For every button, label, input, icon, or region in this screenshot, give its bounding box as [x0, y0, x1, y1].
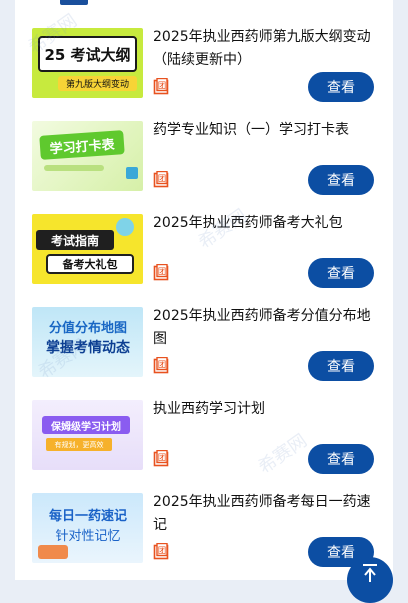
- thumbnail-score-map[interactable]: 分值分布地图 掌握考情动态: [32, 307, 143, 377]
- tuan-label: 团: [158, 361, 167, 371]
- thumbnail-sub-text: 有规划，更高效: [54, 440, 104, 449]
- item-title[interactable]: 执业西药学习计划: [153, 398, 383, 421]
- tuan-label: 团: [158, 82, 167, 92]
- group-buy-icon: 团: [153, 264, 169, 281]
- thumbnail-sub-text: 掌握考情动态: [46, 340, 130, 356]
- view-button[interactable]: 查看: [308, 351, 374, 381]
- tuan-label: 团: [158, 268, 167, 278]
- thumbnail-main-text: 25 考试大纲: [44, 45, 131, 64]
- thumbnail-main-text: 学习打卡表: [49, 137, 116, 157]
- thumbnail-main-text: 保姆级学习计划: [51, 421, 121, 433]
- thumbnail-main-text: 分值分布地图: [48, 321, 127, 336]
- view-button[interactable]: 查看: [308, 258, 374, 288]
- group-buy-icon: 团: [153, 450, 169, 467]
- arrow-up-icon: [363, 564, 377, 582]
- item-title[interactable]: 2025年执业西药师备考每日一药速记: [153, 491, 383, 537]
- group-buy-icon: 团: [153, 78, 169, 95]
- group-buy-icon: 团: [153, 543, 169, 560]
- group-buy-icon: 团: [153, 171, 169, 188]
- list-item: 考试指南 备考大礼包 2025年执业西药师备考大礼包 团 查看: [15, 214, 393, 307]
- list-item: 保姆级学习计划 有规划，更高效 执业西药学习计划 团 查看: [15, 400, 393, 493]
- list-item: 学习打卡表 药学专业知识（一）学习打卡表 团 查看: [15, 121, 393, 214]
- list-item: 每日一药速记 针对性记忆 2025年执业西药师备考每日一药速记 团 查看: [15, 493, 393, 586]
- tuan-label: 团: [158, 175, 167, 185]
- list-item: 分值分布地图 掌握考情动态 2025年执业西药师备考分值分布地图 团 查看: [15, 307, 393, 400]
- thumbnail-sub-text: 备考大礼包: [62, 258, 118, 271]
- active-tab-indicator: [60, 0, 88, 5]
- view-button[interactable]: 查看: [308, 72, 374, 102]
- resource-list: 25 考试大纲 第九版大纲变动 2025年执业西药师第九版大纲变动（陆续更新中）…: [15, 0, 393, 580]
- thumbnail-checkin[interactable]: 学习打卡表: [32, 121, 143, 191]
- back-to-top-button[interactable]: [347, 557, 393, 603]
- group-buy-icon: 团: [153, 357, 169, 374]
- item-title[interactable]: 2025年执业西药师备考大礼包: [153, 212, 383, 235]
- item-title[interactable]: 2025年执业西药师第九版大纲变动（陆续更新中）: [153, 26, 383, 72]
- item-title[interactable]: 药学专业知识（一）学习打卡表: [153, 119, 383, 142]
- item-title[interactable]: 2025年执业西药师备考分值分布地图: [153, 305, 383, 351]
- tuan-label: 团: [158, 547, 167, 557]
- thumbnail-sub-text: 针对性记忆: [55, 529, 121, 544]
- tuan-label: 团: [158, 454, 167, 464]
- list-item: 25 考试大纲 第九版大纲变动 2025年执业西药师第九版大纲变动（陆续更新中）…: [15, 28, 393, 121]
- thumbnail-main-text: 每日一药速记: [48, 509, 127, 524]
- thumbnail-syllabus[interactable]: 25 考试大纲 第九版大纲变动: [32, 28, 143, 98]
- view-button[interactable]: 查看: [308, 165, 374, 195]
- thumbnail-sub-text: 第九版大纲变动: [65, 80, 129, 90]
- thumbnail-study-plan[interactable]: 保姆级学习计划 有规划，更高效: [32, 400, 143, 470]
- thumbnail-giftpack[interactable]: 考试指南 备考大礼包: [32, 214, 143, 284]
- thumbnail-main-text: 考试指南: [50, 233, 99, 248]
- thumbnail-daily-drug[interactable]: 每日一药速记 针对性记忆: [32, 493, 143, 563]
- view-button[interactable]: 查看: [308, 444, 374, 474]
